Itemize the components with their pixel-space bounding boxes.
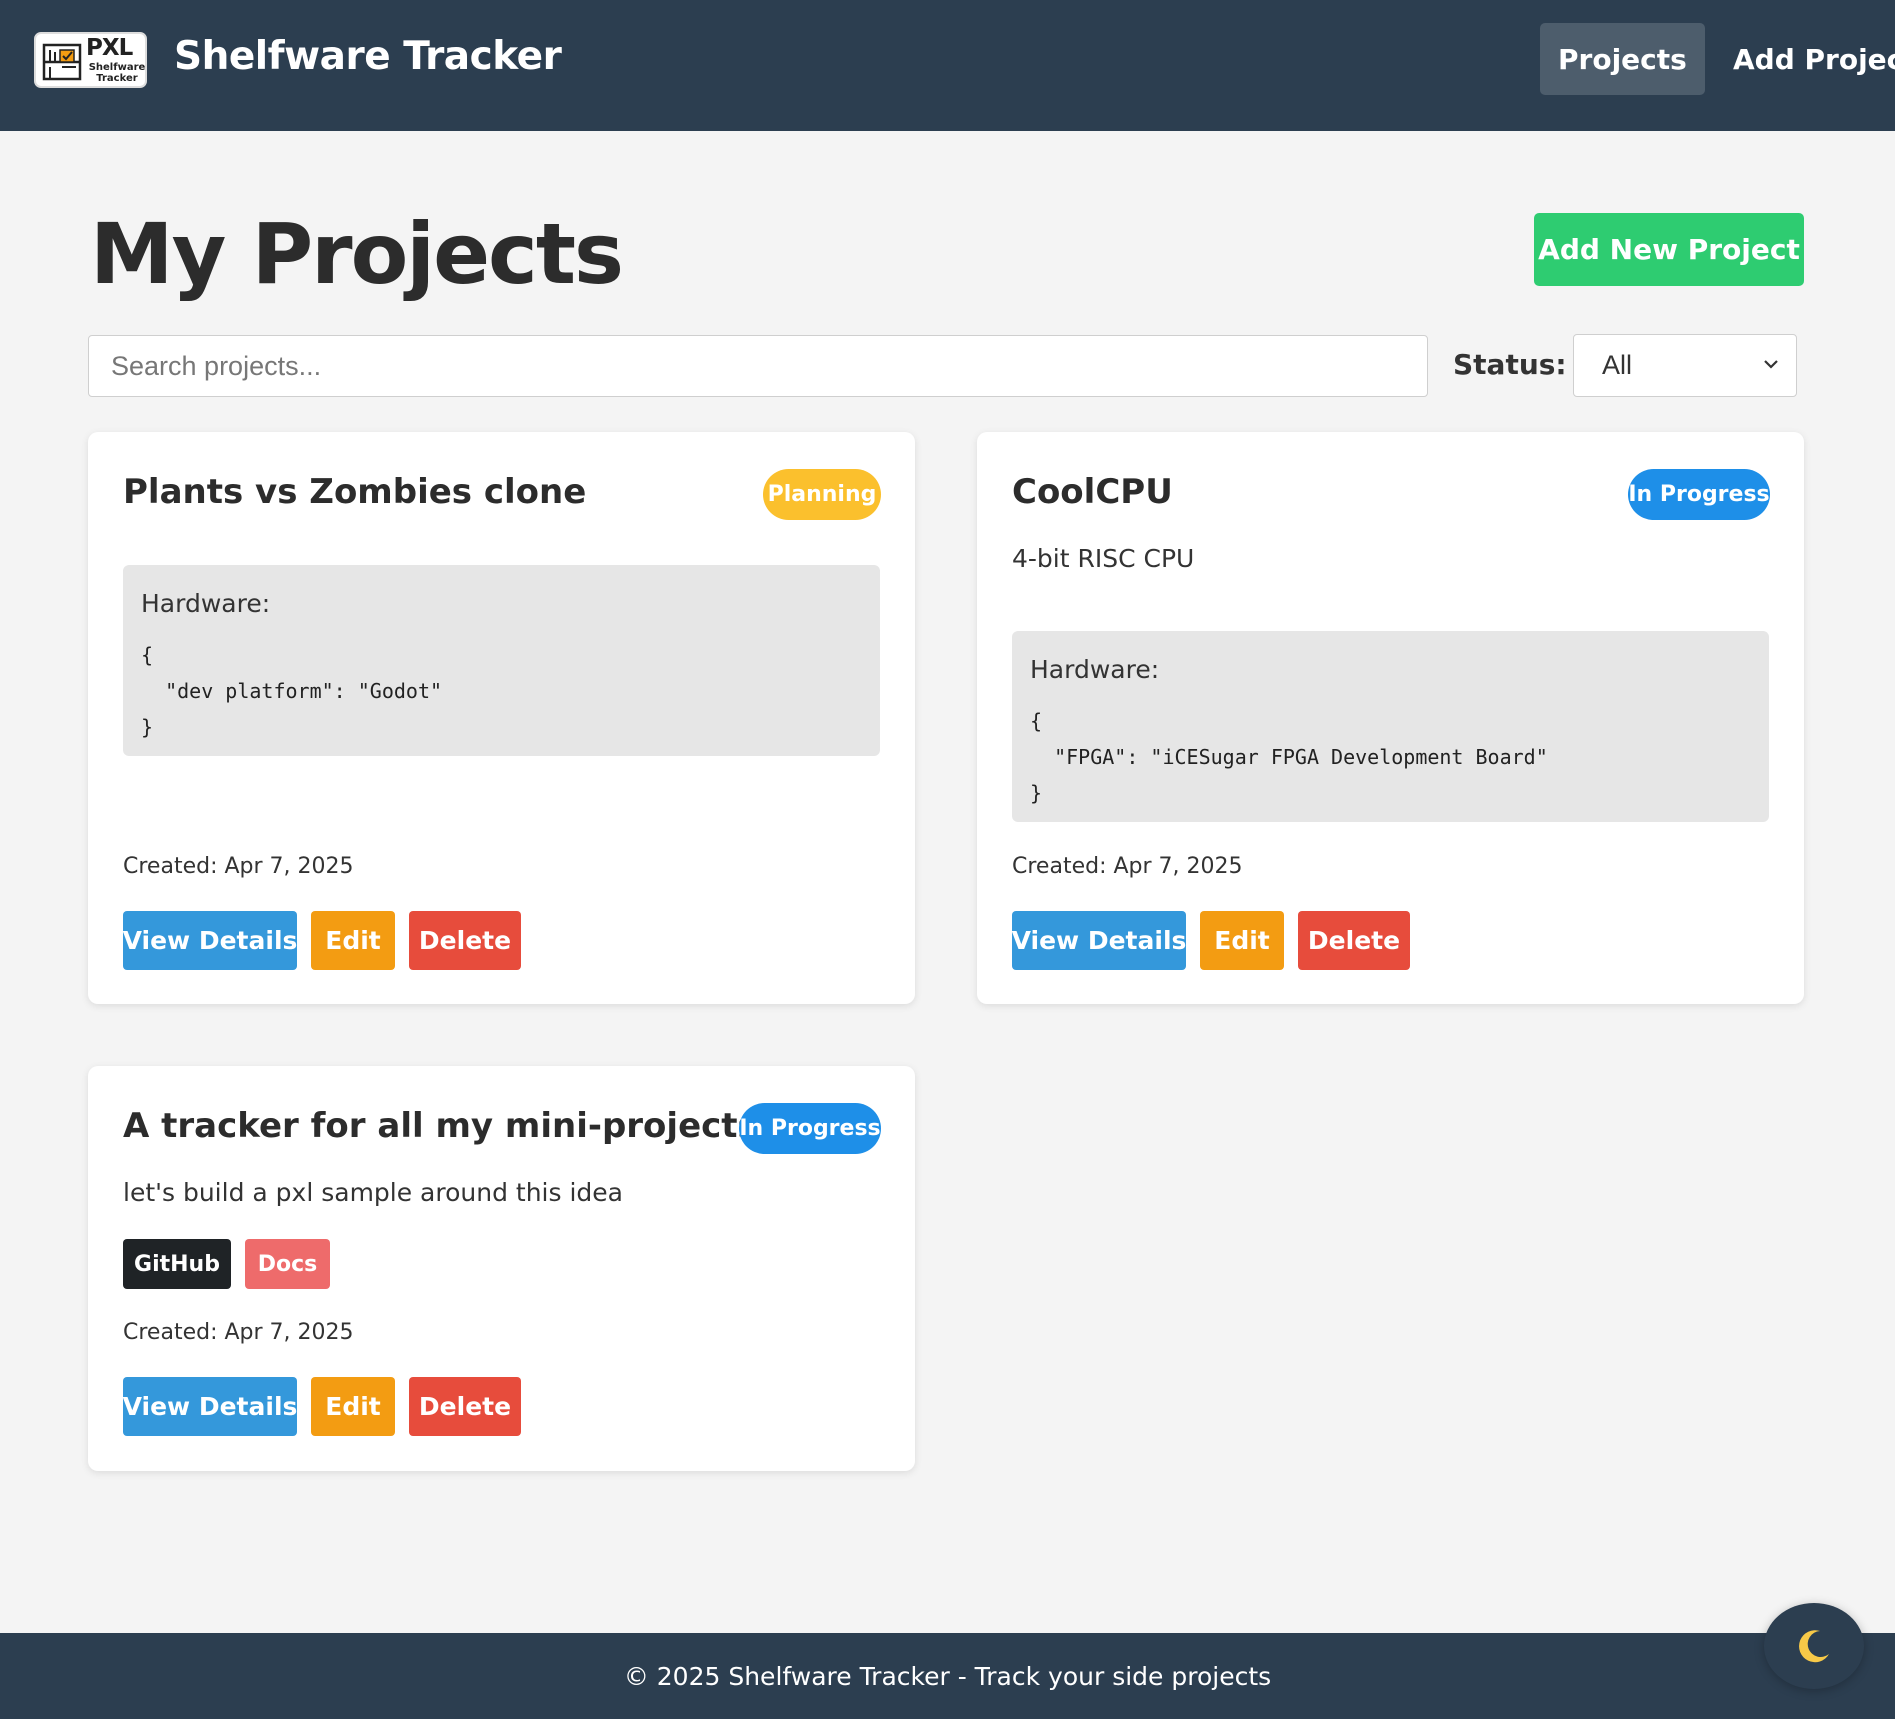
app-title[interactable]: Shelfware Tracker [174, 34, 562, 79]
logo-subtext-line-2: Tracker [96, 73, 138, 84]
delete-button[interactable]: Delete [1298, 911, 1410, 970]
delete-button[interactable]: Delete [409, 1377, 521, 1436]
view-details-button[interactable]: View Details [123, 1377, 297, 1436]
hardware-box: Hardware: { "FPGA": "iCESugar FPGA Devel… [1012, 631, 1769, 822]
hardware-label: Hardware: [141, 589, 271, 618]
project-title: CoolCPU [1012, 472, 1173, 512]
top-navbar: PXL Shelfware Tracker Shelfware Tracker … [0, 0, 1895, 131]
theme-toggle-button[interactable] [1764, 1603, 1864, 1689]
view-details-button[interactable]: View Details [1012, 911, 1186, 970]
project-card: A tracker for all my mini-projects In Pr… [88, 1066, 915, 1471]
created-date: Created: Apr 7, 2025 [123, 854, 354, 879]
footer: © 2025 Shelfware Tracker - Track your si… [0, 1633, 1895, 1719]
delete-button[interactable]: Delete [409, 911, 521, 970]
chevron-down-icon [1764, 360, 1778, 369]
status-badge: Planning [763, 469, 881, 520]
moon-icon [1799, 1630, 1829, 1663]
add-new-project-button[interactable]: Add New Project [1534, 213, 1804, 286]
project-description: let's build a pxl sample around this ide… [123, 1178, 623, 1207]
status-badge: In Progress [1628, 469, 1770, 520]
project-title: Plants vs Zombies clone [123, 472, 587, 512]
view-details-button[interactable]: View Details [123, 911, 297, 970]
nav-projects[interactable]: Projects [1540, 23, 1705, 95]
logo-subtext: Shelfware Tracker [88, 62, 146, 84]
project-title: A tracker for all my mini-projects [123, 1106, 758, 1146]
github-link[interactable]: GitHub [123, 1239, 231, 1289]
edit-button[interactable]: Edit [311, 911, 395, 970]
page-title: My Projects [90, 205, 624, 303]
status-filter-label: Status: [1453, 348, 1567, 381]
logo-subtext-line-1: Shelfware [88, 62, 146, 73]
hardware-label: Hardware: [1030, 655, 1160, 684]
edit-button[interactable]: Edit [1200, 911, 1284, 970]
app-logo[interactable]: PXL Shelfware Tracker [34, 32, 147, 88]
edit-button[interactable]: Edit [311, 1377, 395, 1436]
search-input[interactable] [88, 335, 1428, 397]
status-filter-value: All [1602, 350, 1633, 380]
logo-text: PXL [86, 35, 133, 61]
docs-link[interactable]: Docs [245, 1239, 330, 1289]
status-badge: In Progress [739, 1103, 881, 1154]
footer-text: © 2025 Shelfware Tracker - Track your si… [623, 1661, 1272, 1691]
project-card: CoolCPU In Progress 4-bit RISC CPU Hardw… [977, 432, 1804, 1004]
project-card: Plants vs Zombies clone Planning Hardwar… [88, 432, 915, 1004]
created-date: Created: Apr 7, 2025 [1012, 854, 1243, 879]
shelf-logo-icon [42, 43, 82, 81]
created-date: Created: Apr 7, 2025 [123, 1320, 354, 1345]
status-filter-select[interactable]: All [1573, 334, 1797, 397]
hardware-box: Hardware: { "dev platform": "Godot" } [123, 565, 880, 756]
nav-add-project[interactable]: Add Project [1715, 23, 1895, 95]
hardware-code: { "dev platform": "Godot" } [141, 643, 443, 739]
project-description: 4-bit RISC CPU [1012, 544, 1195, 573]
hardware-code: { "FPGA": "iCESugar FPGA Development Boa… [1030, 709, 1548, 805]
